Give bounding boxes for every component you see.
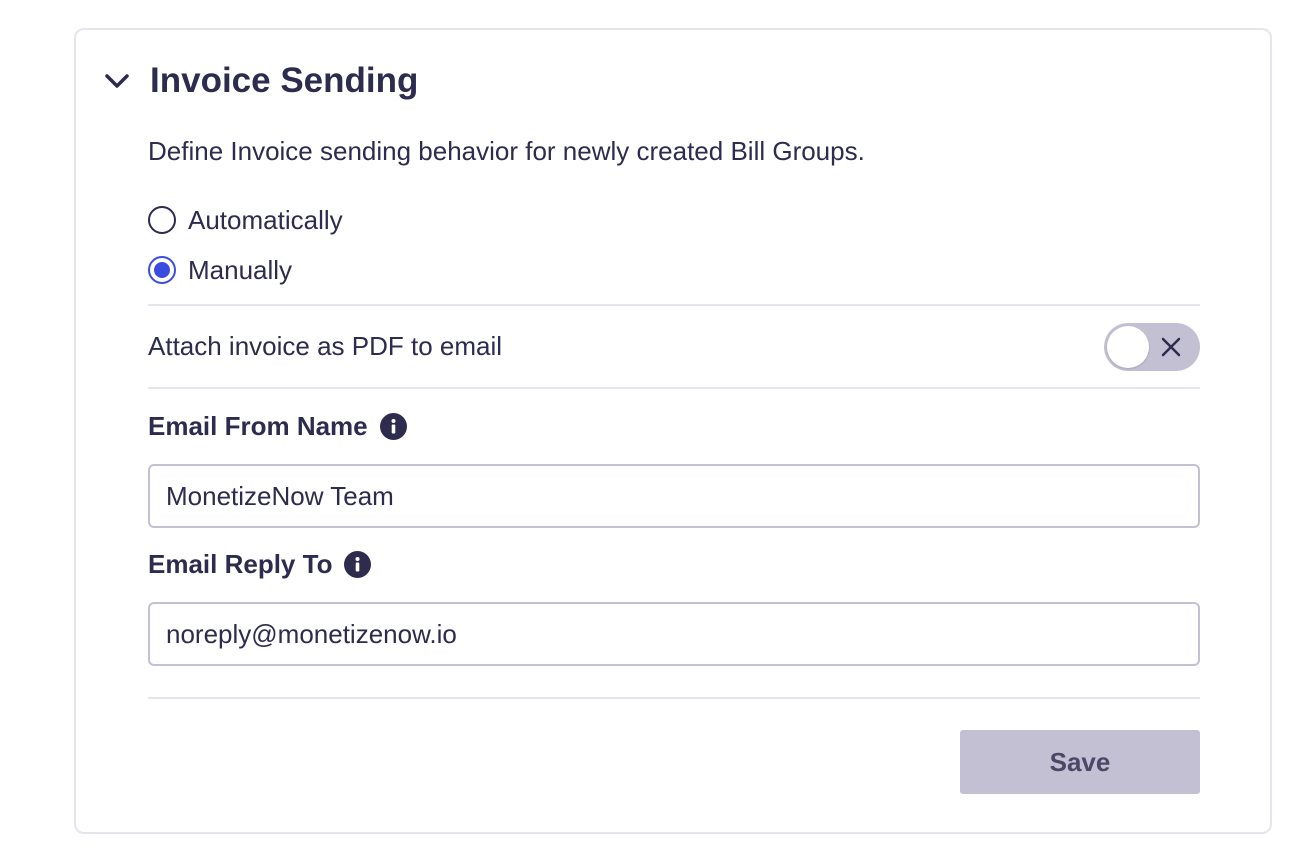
radio-option-manually[interactable]: Manually xyxy=(148,254,292,286)
section-header[interactable]: Invoice Sending xyxy=(104,60,418,102)
email-reply-to-label-text: Email Reply To xyxy=(148,549,333,579)
chevron-down-icon[interactable] xyxy=(104,66,134,96)
attach-pdf-label: Attach invoice as PDF to email xyxy=(148,331,503,361)
email-reply-to-label: Email Reply To xyxy=(148,548,372,580)
radio-button-manually[interactable] xyxy=(148,256,176,284)
invoice-sending-card: Invoice Sending Define Invoice sending b… xyxy=(74,28,1272,834)
divider xyxy=(148,697,1200,699)
divider xyxy=(148,387,1200,389)
save-button[interactable]: Save xyxy=(960,730,1200,794)
email-from-name-label-text: Email From Name xyxy=(148,411,368,441)
email-from-name-label: Email From Name xyxy=(148,410,407,442)
section-title: Invoice Sending xyxy=(150,61,419,100)
radio-selected-dot xyxy=(154,262,170,278)
attach-pdf-toggle[interactable] xyxy=(1104,323,1200,371)
info-icon[interactable] xyxy=(344,550,372,578)
close-icon xyxy=(1160,336,1182,358)
email-from-name-input[interactable] xyxy=(148,464,1200,528)
radio-label: Automatically xyxy=(188,205,343,235)
info-icon[interactable] xyxy=(379,412,407,440)
toggle-knob xyxy=(1107,326,1149,368)
radio-option-automatically[interactable]: Automatically xyxy=(148,204,343,236)
radio-label: Manually xyxy=(188,255,293,285)
email-reply-to-input[interactable] xyxy=(148,602,1200,666)
divider xyxy=(148,304,1200,306)
section-description: Define Invoice sending behavior for newl… xyxy=(148,136,865,166)
radio-button-automatically[interactable] xyxy=(148,206,176,234)
